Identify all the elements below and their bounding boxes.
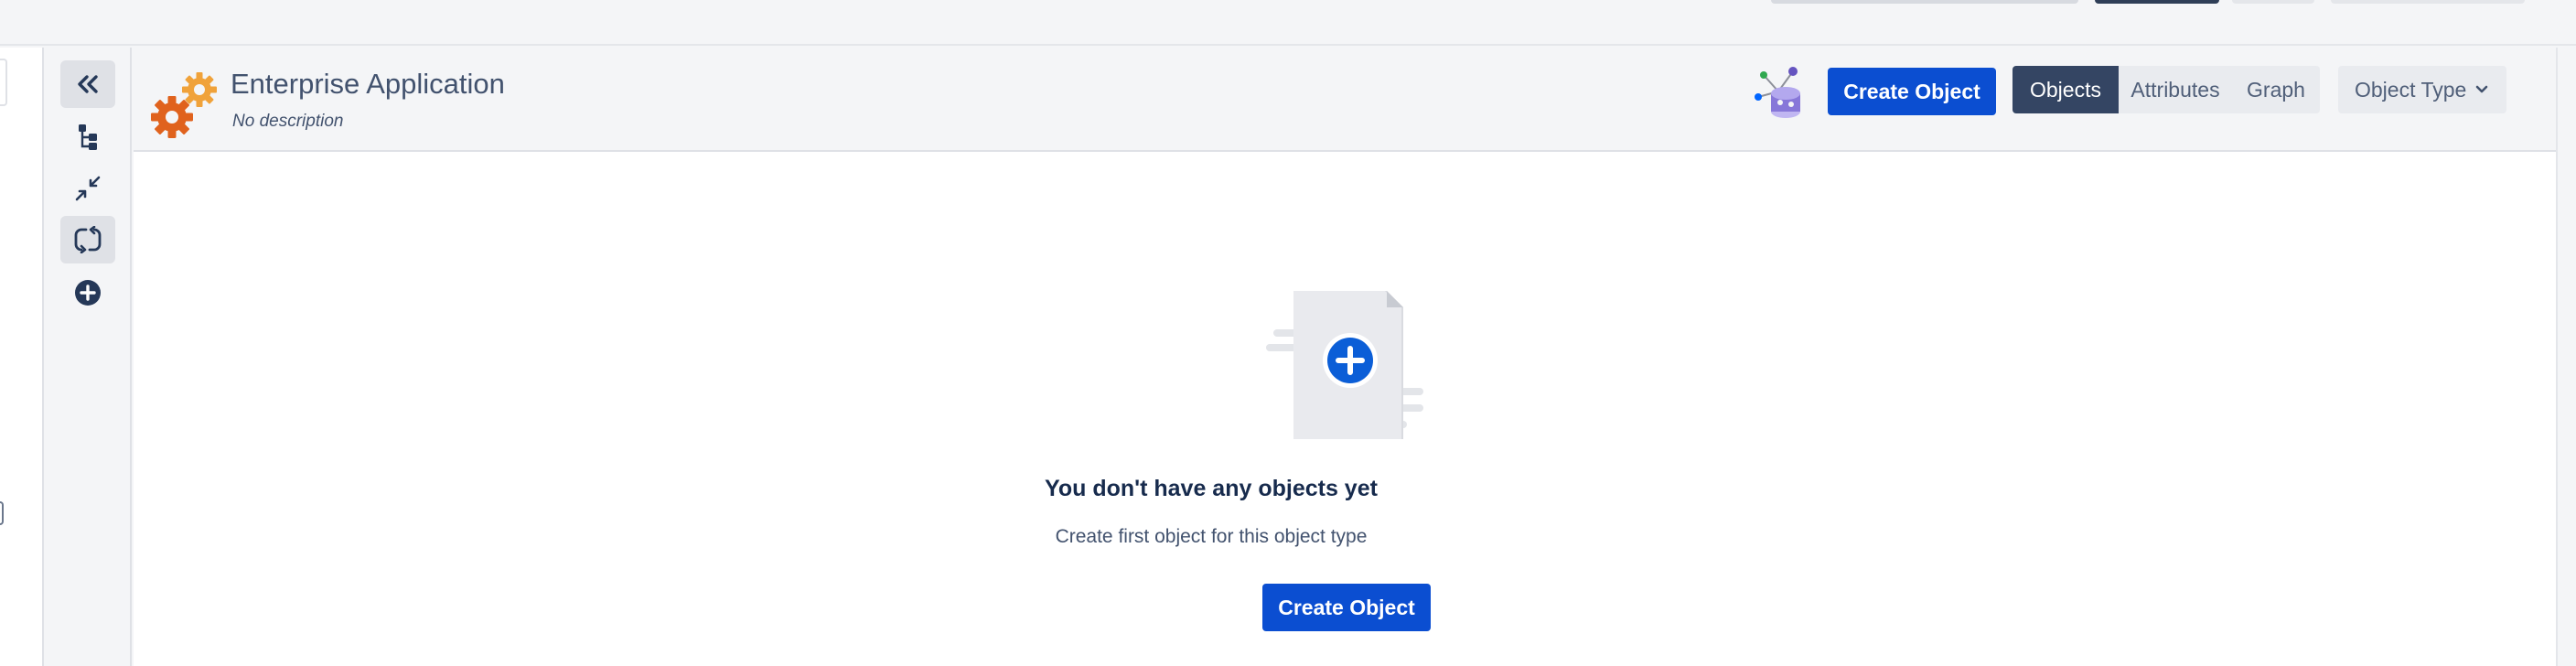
create-object-button[interactable]: Create Object <box>1828 68 1996 115</box>
empty-state-create-button[interactable]: Create Object <box>1262 584 1431 631</box>
collapse-icon <box>78 75 98 93</box>
right-scroll-edge <box>2556 48 2576 666</box>
object-type-panel: Enterprise Application No description Cr… <box>134 48 2556 666</box>
refresh-icon <box>74 226 102 253</box>
empty-objects-illustration <box>1266 291 1423 439</box>
top-button[interactable] <box>2232 0 2314 4</box>
add-circle-icon <box>75 280 101 306</box>
tree-view-button[interactable] <box>60 113 115 161</box>
object-type-dropdown[interactable]: Object Type <box>2338 66 2506 113</box>
top-button[interactable] <box>2331 0 2525 4</box>
chevron-down-icon <box>2475 85 2488 94</box>
tab-attributes[interactable]: Attributes <box>2119 66 2232 113</box>
object-type-description: No description <box>232 112 344 131</box>
object-type-dropdown-label: Object Type <box>2355 77 2467 102</box>
app-top-bar <box>0 0 2576 46</box>
tab-graph[interactable]: Graph <box>2232 66 2320 113</box>
collapse-panel-button[interactable] <box>60 60 115 108</box>
object-type-header: Enterprise Application No description Cr… <box>134 48 2556 152</box>
tab-objects[interactable]: Objects <box>2012 66 2119 113</box>
object-type-title: Enterprise Application <box>231 68 505 100</box>
empty-state-subtitle: Create first object for this object type <box>1055 526 1368 547</box>
top-primary-button[interactable] <box>2095 0 2219 4</box>
schema-search-field[interactable] <box>0 59 7 106</box>
tool-rail <box>46 48 132 666</box>
gears-icon <box>151 72 217 138</box>
object-schema-pane <box>0 48 44 666</box>
compress-icon <box>75 176 101 201</box>
add-button[interactable] <box>60 269 115 317</box>
compress-button[interactable] <box>60 165 115 212</box>
schema-tree-fragment <box>0 501 4 525</box>
refresh-button[interactable] <box>60 216 115 263</box>
tree-icon <box>79 124 97 150</box>
object-graph-icon[interactable] <box>1751 64 1811 121</box>
top-search-field[interactable] <box>1771 0 2078 4</box>
empty-state-title: You don't have any objects yet <box>1045 476 1378 501</box>
